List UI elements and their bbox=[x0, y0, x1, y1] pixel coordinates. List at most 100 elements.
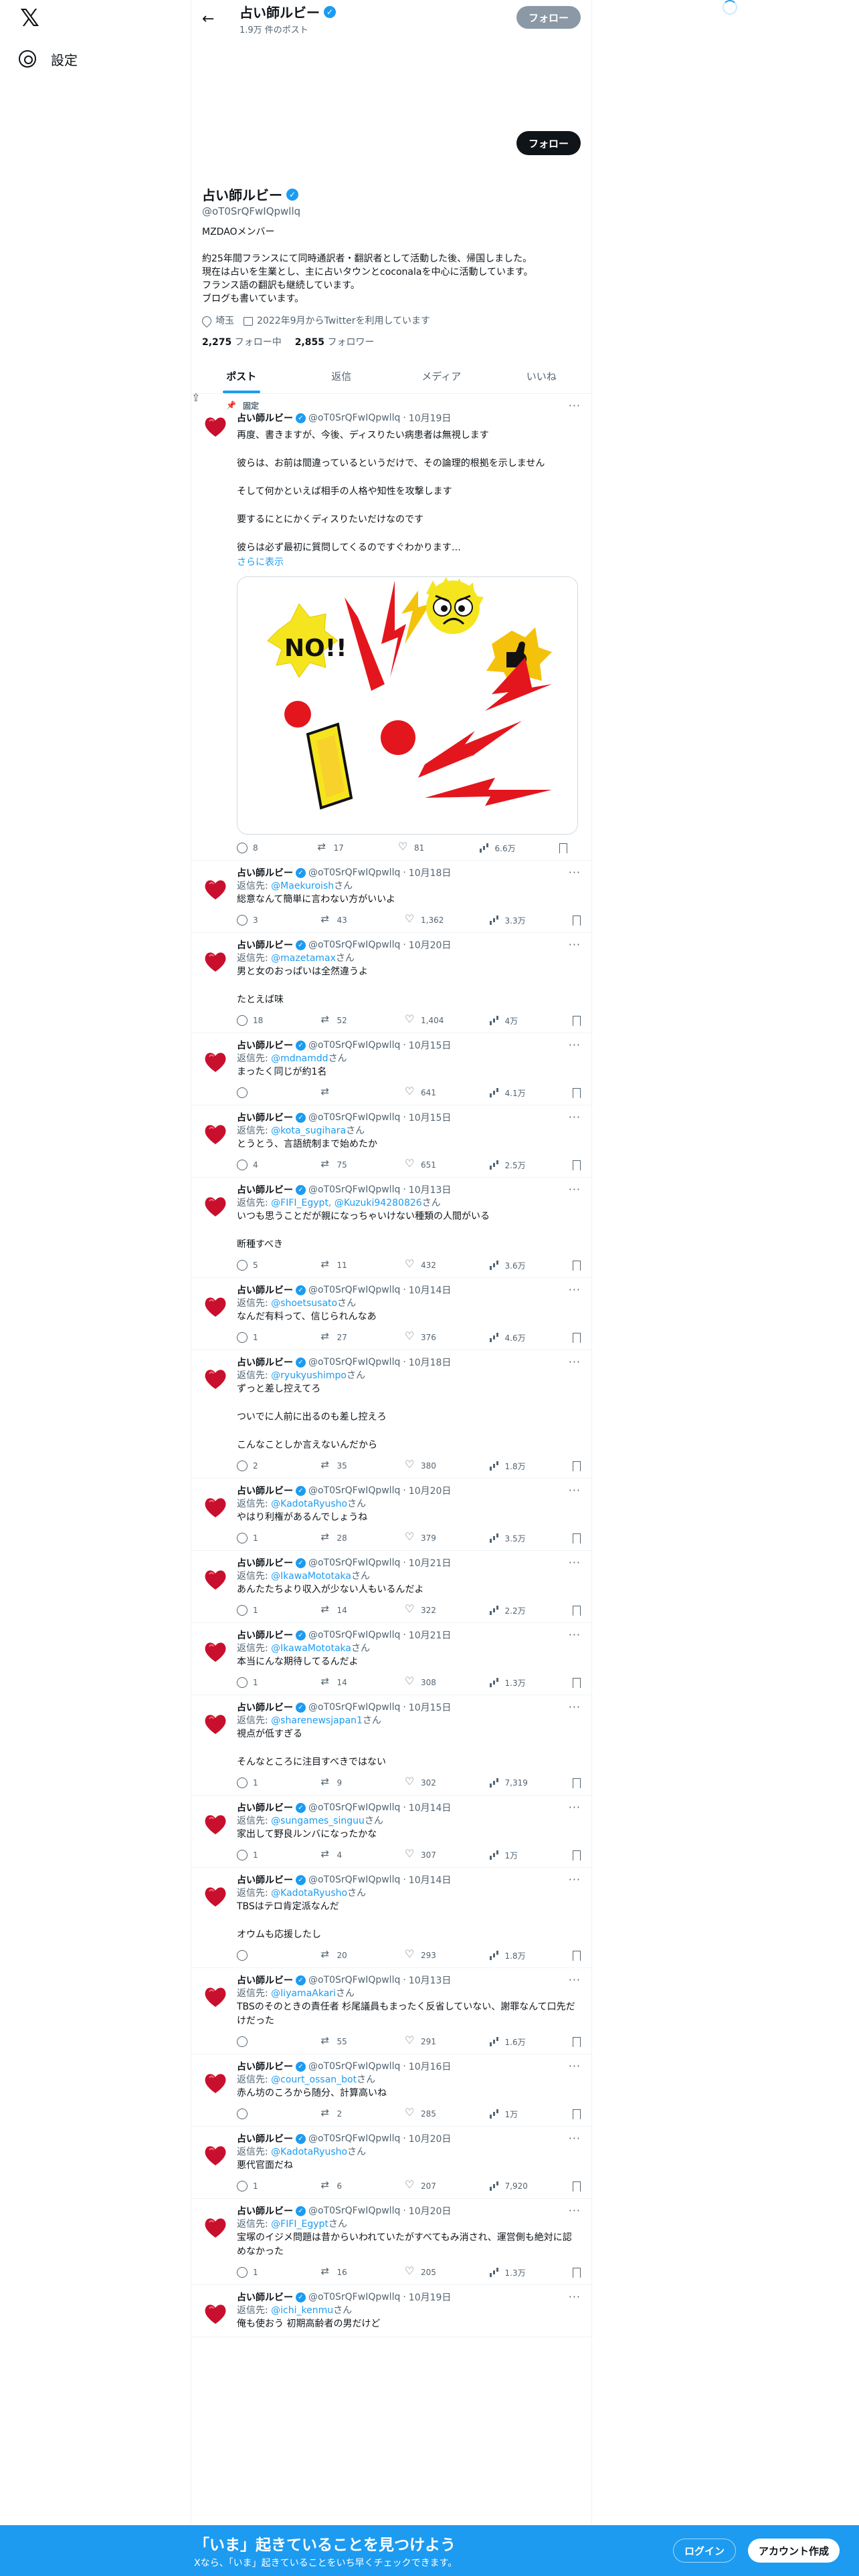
retweet-button[interactable]: 14 bbox=[321, 1675, 361, 1688]
tweet-date[interactable]: 10月15日 bbox=[409, 1111, 452, 1124]
reply-button[interactable]: 8 bbox=[237, 843, 277, 853]
reply-button[interactable]: 1 bbox=[237, 1677, 277, 1688]
retweet-button[interactable] bbox=[321, 1085, 361, 1098]
following-link[interactable]: 2,275 フォロー中 bbox=[202, 335, 282, 348]
bookmark-icon[interactable] bbox=[573, 1160, 581, 1170]
more-icon[interactable]: ··· bbox=[569, 1111, 581, 1123]
retweet-button[interactable]: 16 bbox=[321, 2265, 361, 2278]
reply-button[interactable]: 3 bbox=[237, 915, 277, 926]
author-handle[interactable]: @oT0SrQFwIQpwllq bbox=[308, 413, 400, 423]
author-handle[interactable]: @oT0SrQFwIQpwllq bbox=[308, 2292, 400, 2302]
more-icon[interactable]: ··· bbox=[569, 1484, 581, 1497]
reply-to-link[interactable]: @kota_sugihara bbox=[271, 1125, 346, 1136]
retweet-button[interactable]: 75 bbox=[321, 1158, 361, 1170]
views-button[interactable]: 7,920 bbox=[489, 2181, 529, 2191]
reply-to-link[interactable]: @Maekuroish bbox=[271, 881, 334, 891]
tweet[interactable]: ··· 占い師ルビー ✓ @oT0SrQFwIQpwllq · 10月20日 返信先: @F… bbox=[191, 2199, 591, 2285]
author-name[interactable]: 占い師ルビー bbox=[237, 1701, 293, 1714]
back-arrow-icon[interactable]: ← bbox=[202, 11, 226, 27]
bookmark-icon[interactable] bbox=[573, 1605, 581, 1616]
author-handle[interactable]: @oT0SrQFwIQpwllq bbox=[308, 2206, 400, 2216]
views-button[interactable]: 2.2万 bbox=[489, 1605, 529, 1616]
tweet[interactable]: ··· 占い師ルビー ✓ @oT0SrQFwIQpwllq · 10月21日 返信先: @I… bbox=[191, 1551, 591, 1623]
reply-to-link[interactable]: @IkawaMototaka bbox=[271, 1571, 351, 1582]
author-handle[interactable]: @oT0SrQFwIQpwllq bbox=[308, 2061, 400, 2072]
reply-button[interactable] bbox=[237, 1087, 277, 1098]
like-button[interactable]: 379 bbox=[405, 1530, 445, 1543]
reply-to-link[interactable]: @KadotaRyusho bbox=[271, 1888, 347, 1899]
tweet-date[interactable]: 10月19日 bbox=[409, 411, 452, 425]
more-icon[interactable]: ··· bbox=[569, 1628, 581, 1641]
author-name[interactable]: 占い師ルビー bbox=[237, 866, 293, 879]
author-handle[interactable]: @oT0SrQFwIQpwllq bbox=[308, 1112, 400, 1123]
tweet[interactable]: ··· 占い師ルビー ✓ @oT0SrQFwIQpwllq · 10月14日 返信先: @s… bbox=[191, 1278, 591, 1350]
author-name[interactable]: 占い師ルビー bbox=[237, 1873, 293, 1887]
more-icon[interactable]: ··· bbox=[569, 938, 581, 951]
tweet-date[interactable]: 10月19日 bbox=[409, 2290, 452, 2304]
views-button[interactable]: 1.6万 bbox=[489, 2036, 529, 2048]
like-button[interactable]: 307 bbox=[405, 1847, 445, 1860]
tweet[interactable]: ··· 占い師ルビー ✓ @oT0SrQFwIQpwllq · 10月13日 返信先: @I… bbox=[191, 1968, 591, 2054]
tweet-image[interactable]: NO!! bbox=[237, 576, 578, 835]
retweet-button[interactable]: 20 bbox=[321, 1948, 361, 1961]
author-name[interactable]: 占い師ルビー bbox=[237, 1183, 293, 1196]
tweet[interactable]: ··· 占い師ルビー ✓ @oT0SrQFwIQpwllq · 10月13日 返信先: @F… bbox=[191, 1178, 591, 1278]
more-icon[interactable]: ··· bbox=[569, 1039, 581, 1051]
tweet[interactable]: 📌 固定 占い師ルビー ✓ @oT0SrQFwIQpwllq · 10月19日 再度、書きま… bbox=[191, 394, 591, 861]
author-name[interactable]: 占い師ルビー bbox=[237, 1039, 293, 1052]
like-button[interactable]: 1,404 bbox=[405, 1012, 445, 1026]
bookmark-icon[interactable] bbox=[573, 1260, 581, 1271]
author-handle[interactable]: @oT0SrQFwIQpwllq bbox=[308, 1975, 400, 1985]
bookmark-icon[interactable] bbox=[573, 2181, 581, 2191]
like-button[interactable]: 380 bbox=[405, 1458, 445, 1471]
tweet-date[interactable]: 10月18日 bbox=[409, 1356, 452, 1369]
reply-to-link[interactable]: @shoetsusato bbox=[271, 1298, 337, 1309]
avatar[interactable] bbox=[202, 1192, 229, 1219]
author-handle[interactable]: @oT0SrQFwIQpwllq bbox=[308, 1357, 400, 1368]
more-icon[interactable]: ··· bbox=[569, 1801, 581, 1814]
author-handle[interactable]: @oT0SrQFwIQpwllq bbox=[308, 1874, 400, 1885]
like-button[interactable]: 285 bbox=[405, 2106, 445, 2119]
like-button[interactable]: 376 bbox=[405, 1329, 445, 1343]
author-handle[interactable]: @oT0SrQFwIQpwllq bbox=[308, 1485, 400, 1496]
reply-button[interactable]: 5 bbox=[237, 1260, 277, 1271]
author-name[interactable]: 占い師ルビー bbox=[237, 2204, 293, 2218]
reply-to-link[interactable]: @mdnamdd bbox=[271, 1053, 328, 1064]
reply-to-link[interactable]: @FIFI_Egypt bbox=[271, 2219, 328, 2230]
bookmark-icon[interactable] bbox=[573, 2267, 581, 2278]
tweet-date[interactable]: 10月18日 bbox=[409, 866, 452, 879]
author-handle[interactable]: @oT0SrQFwIQpwllq bbox=[308, 1285, 400, 1295]
like-button[interactable]: 205 bbox=[405, 2264, 445, 2278]
avatar[interactable] bbox=[202, 1810, 229, 1837]
author-name[interactable]: 占い師ルビー bbox=[237, 411, 293, 425]
views-button[interactable]: 1万 bbox=[489, 2109, 529, 2120]
reply-button[interactable]: 1 bbox=[237, 2181, 277, 2191]
reply-to-link[interactable]: @KadotaRyusho bbox=[271, 2147, 347, 2157]
tweet[interactable]: ··· 占い師ルビー ✓ @oT0SrQFwIQpwllq · 10月15日 返信先: @s… bbox=[191, 1695, 591, 1796]
bookmark-icon[interactable] bbox=[559, 843, 567, 853]
author-name[interactable]: 占い師ルビー bbox=[237, 2290, 293, 2304]
more-icon[interactable]: ··· bbox=[569, 1183, 581, 1196]
tweet[interactable]: ··· 占い師ルビー ✓ @oT0SrQFwIQpwllq · 10月16日 返信先: @c… bbox=[191, 2054, 591, 2127]
more-icon[interactable]: ··· bbox=[569, 1701, 581, 1713]
like-button[interactable]: 207 bbox=[405, 2178, 445, 2191]
views-button[interactable]: 4.6万 bbox=[489, 1332, 529, 1344]
tweet-date[interactable]: 10月20日 bbox=[409, 2132, 452, 2145]
author-name[interactable]: 占い師ルビー bbox=[237, 1283, 293, 1297]
more-icon[interactable]: ··· bbox=[569, 2204, 581, 2217]
tweet-date[interactable]: 10月14日 bbox=[409, 1801, 452, 1814]
avatar[interactable] bbox=[202, 2069, 229, 2096]
author-handle[interactable]: @oT0SrQFwIQpwllq bbox=[308, 1802, 400, 1813]
reply-button[interactable]: 18 bbox=[237, 1015, 277, 1026]
tab-posts[interactable]: ポスト bbox=[191, 359, 292, 393]
like-button[interactable]: 302 bbox=[405, 1775, 445, 1788]
signup-button[interactable]: アカウント作成 bbox=[748, 2539, 840, 2563]
tweet-date[interactable]: 10月14日 bbox=[409, 1873, 452, 1887]
author-name[interactable]: 占い師ルビー bbox=[237, 1973, 293, 1987]
retweet-button[interactable]: 9 bbox=[321, 1776, 361, 1788]
bookmark-icon[interactable] bbox=[573, 1332, 581, 1343]
tweet-date[interactable]: 10月15日 bbox=[409, 1039, 452, 1052]
reply-to-link[interactable]: @KadotaRyusho bbox=[271, 1499, 347, 1509]
bookmark-icon[interactable] bbox=[573, 1778, 581, 1788]
retweet-button[interactable]: 6 bbox=[321, 2179, 361, 2191]
